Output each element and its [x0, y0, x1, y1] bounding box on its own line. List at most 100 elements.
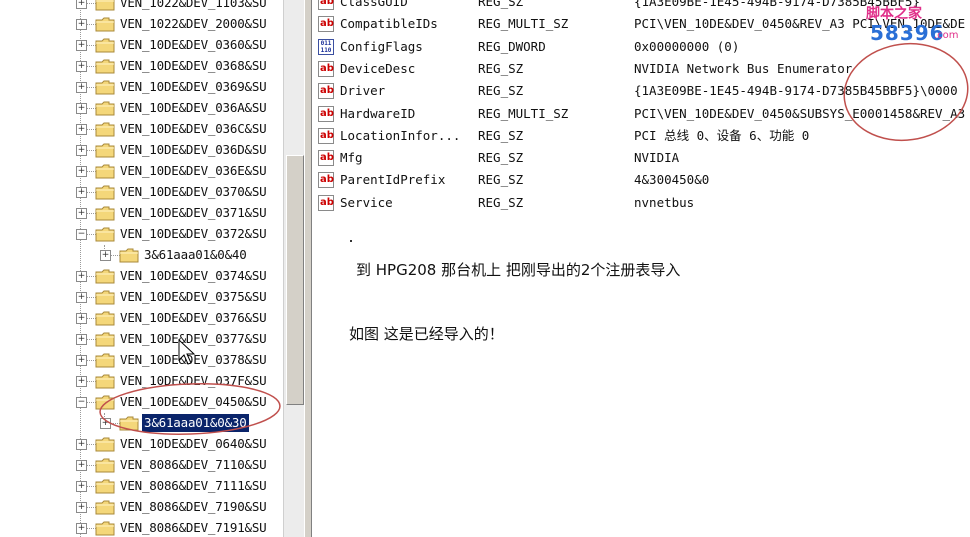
- expand-icon[interactable]: +: [76, 502, 87, 513]
- value-name: DeviceDesc: [340, 60, 416, 76]
- value-type: REG_SZ: [478, 0, 524, 9]
- registry-value-row[interactable]: ab DeviceDesc REG_SZ NVIDIA Network Bus Enu…: [313, 58, 970, 80]
- ab-glyph: ab: [320, 18, 334, 30]
- expand-icon[interactable]: +: [76, 187, 87, 198]
- folder-icon: [95, 521, 115, 536]
- folder-icon: [95, 38, 115, 53]
- string-value-icon: ab: [318, 105, 334, 122]
- expand-icon[interactable]: +: [76, 166, 87, 177]
- folder-icon: [95, 500, 115, 515]
- value-name: Mfg: [340, 150, 363, 166]
- registry-key-tree[interactable]: + VEN_1022&DEV_1103&SU + VEN_1022&DEV_2000&…: [0, 0, 283, 537]
- expand-icon[interactable]: +: [76, 124, 87, 135]
- folder-icon: [95, 59, 115, 74]
- folder-icon: [95, 164, 115, 179]
- value-type: REG_MULTI_SZ: [478, 105, 569, 121]
- expand-icon[interactable]: +: [76, 439, 87, 450]
- registry-value-row[interactable]: ab LocationInfor... REG_SZ PCI 总线 0、设备 6、功能…: [313, 125, 970, 147]
- tree-item-label: VEN_10DE&DEV_0371&SU: [120, 205, 267, 220]
- folder-icon: [95, 80, 115, 95]
- expand-icon[interactable]: +: [76, 145, 87, 156]
- folder-icon: [95, 227, 115, 242]
- binary-bits-glyph: 011 110: [320, 39, 332, 54]
- folder-icon: [95, 311, 115, 326]
- string-value-icon: ab: [318, 60, 334, 77]
- expand-icon[interactable]: +: [76, 460, 87, 471]
- value-type: REG_DWORD: [478, 38, 546, 54]
- expand-icon[interactable]: +: [76, 376, 87, 387]
- expand-icon[interactable]: +: [76, 103, 87, 114]
- tree-item-label: VEN_10DE&DEV_0450&SU: [120, 394, 267, 409]
- string-value-icon: ab: [318, 16, 334, 33]
- ab-glyph: ab: [320, 196, 334, 208]
- collapse-icon[interactable]: −: [76, 397, 87, 408]
- folder-icon: [95, 479, 115, 494]
- expand-icon[interactable]: +: [76, 61, 87, 72]
- folder-icon: [95, 143, 115, 158]
- tree-vertical-scrollbar[interactable]: [283, 0, 305, 537]
- tree-item-label: 3&61aaa01&0&40: [144, 247, 247, 262]
- screenshot-stage: + VEN_1022&DEV_1103&SU + VEN_1022&DEV_2000&…: [0, 0, 970, 537]
- value-data: PCI\VEN_10DE&DEV_0450&SUBSYS_E0001458&RE…: [634, 105, 966, 121]
- expand-icon[interactable]: +: [76, 355, 87, 366]
- expand-icon[interactable]: +: [76, 292, 87, 303]
- registry-value-row[interactable]: ab Service REG_SZ nvnetbus: [313, 192, 970, 214]
- folder-icon: [119, 416, 139, 431]
- ab-glyph: ab: [320, 62, 334, 74]
- expand-icon[interactable]: +: [76, 523, 87, 534]
- folder-icon: [95, 290, 115, 305]
- tree-item-label-selected: 3&61aaa01&0&30: [142, 414, 249, 432]
- tree-item-label: VEN_10DE&DEV_036E&SU: [120, 163, 267, 178]
- folder-icon: [95, 374, 115, 389]
- expand-icon[interactable]: +: [100, 250, 111, 261]
- expand-icon[interactable]: +: [76, 481, 87, 492]
- value-data: {1A3E09BE-1E45-494B-9174-D7385B45BBF5}\0…: [634, 83, 958, 99]
- tree-item-label: VEN_10DE&DEV_0375&SU: [120, 289, 267, 304]
- registry-value-row[interactable]: ab HardwareID REG_MULTI_SZ PCI\VEN_10DE&DEV…: [313, 103, 970, 125]
- tree-item-label: VEN_8086&DEV_7190&SU: [120, 499, 267, 514]
- value-name: Driver: [340, 83, 386, 99]
- ab-glyph: ab: [320, 129, 334, 141]
- registry-value-row[interactable]: ab Driver REG_SZ {1A3E09BE-1E45-494B-9174-D…: [313, 80, 970, 102]
- tree-item-label: VEN_8086&DEV_7191&SU: [120, 520, 267, 535]
- expand-icon[interactable]: +: [100, 418, 111, 429]
- tree-item-label: VEN_1022&DEV_2000&SU: [120, 16, 267, 31]
- tree-item-label: VEN_8086&DEV_7110&SU: [120, 457, 267, 472]
- tree-item-label: VEN_10DE&DEV_0369&SU: [120, 79, 267, 94]
- ab-glyph: ab: [320, 107, 334, 119]
- collapse-icon[interactable]: −: [76, 229, 87, 240]
- tree-item-label: VEN_10DE&DEV_0372&SU: [120, 226, 267, 241]
- expand-icon[interactable]: +: [76, 0, 87, 9]
- tree-item-label: VEN_10DE&DEV_0360&SU: [120, 37, 267, 52]
- expand-icon[interactable]: +: [76, 313, 87, 324]
- tree-item-label: VEN_10DE&DEV_0374&SU: [120, 268, 267, 283]
- folder-icon: [95, 332, 115, 347]
- value-name: HardwareID: [340, 105, 416, 121]
- watermark-top-text: 脚本之家: [866, 6, 922, 22]
- folder-icon: [95, 185, 115, 200]
- expand-icon[interactable]: +: [76, 40, 87, 51]
- string-value-icon: ab: [318, 194, 334, 211]
- registry-value-row[interactable]: ab ParentIdPrefix REG_SZ 4&300450&0: [313, 169, 970, 191]
- expand-icon[interactable]: +: [76, 19, 87, 30]
- folder-icon: [95, 0, 115, 11]
- folder-icon: [95, 353, 115, 368]
- expand-icon[interactable]: +: [76, 334, 87, 345]
- registry-value-row[interactable]: ab Mfg REG_SZ NVIDIA: [313, 147, 970, 169]
- value-name: ConfigFlags: [340, 38, 423, 54]
- tree-item-label: VEN_1022&DEV_1103&SU: [120, 0, 267, 10]
- ab-glyph: ab: [320, 152, 334, 164]
- folder-icon: [95, 206, 115, 221]
- expand-icon[interactable]: +: [76, 82, 87, 93]
- tree-item-label: VEN_10DE&DEV_0370&SU: [120, 184, 267, 199]
- tree-guide-line: [80, 0, 81, 537]
- expand-icon[interactable]: +: [76, 208, 87, 219]
- pane-splitter[interactable]: [304, 0, 312, 537]
- value-data: NVIDIA Network Bus Enumerator: [634, 60, 853, 76]
- string-value-icon: ab: [318, 83, 334, 100]
- expand-icon[interactable]: +: [76, 271, 87, 282]
- folder-icon: [95, 395, 115, 410]
- value-data: PCI 总线 0、设备 6、功能 0: [634, 127, 810, 143]
- folder-icon: [95, 17, 115, 32]
- scrollbar-thumb[interactable]: [286, 155, 304, 405]
